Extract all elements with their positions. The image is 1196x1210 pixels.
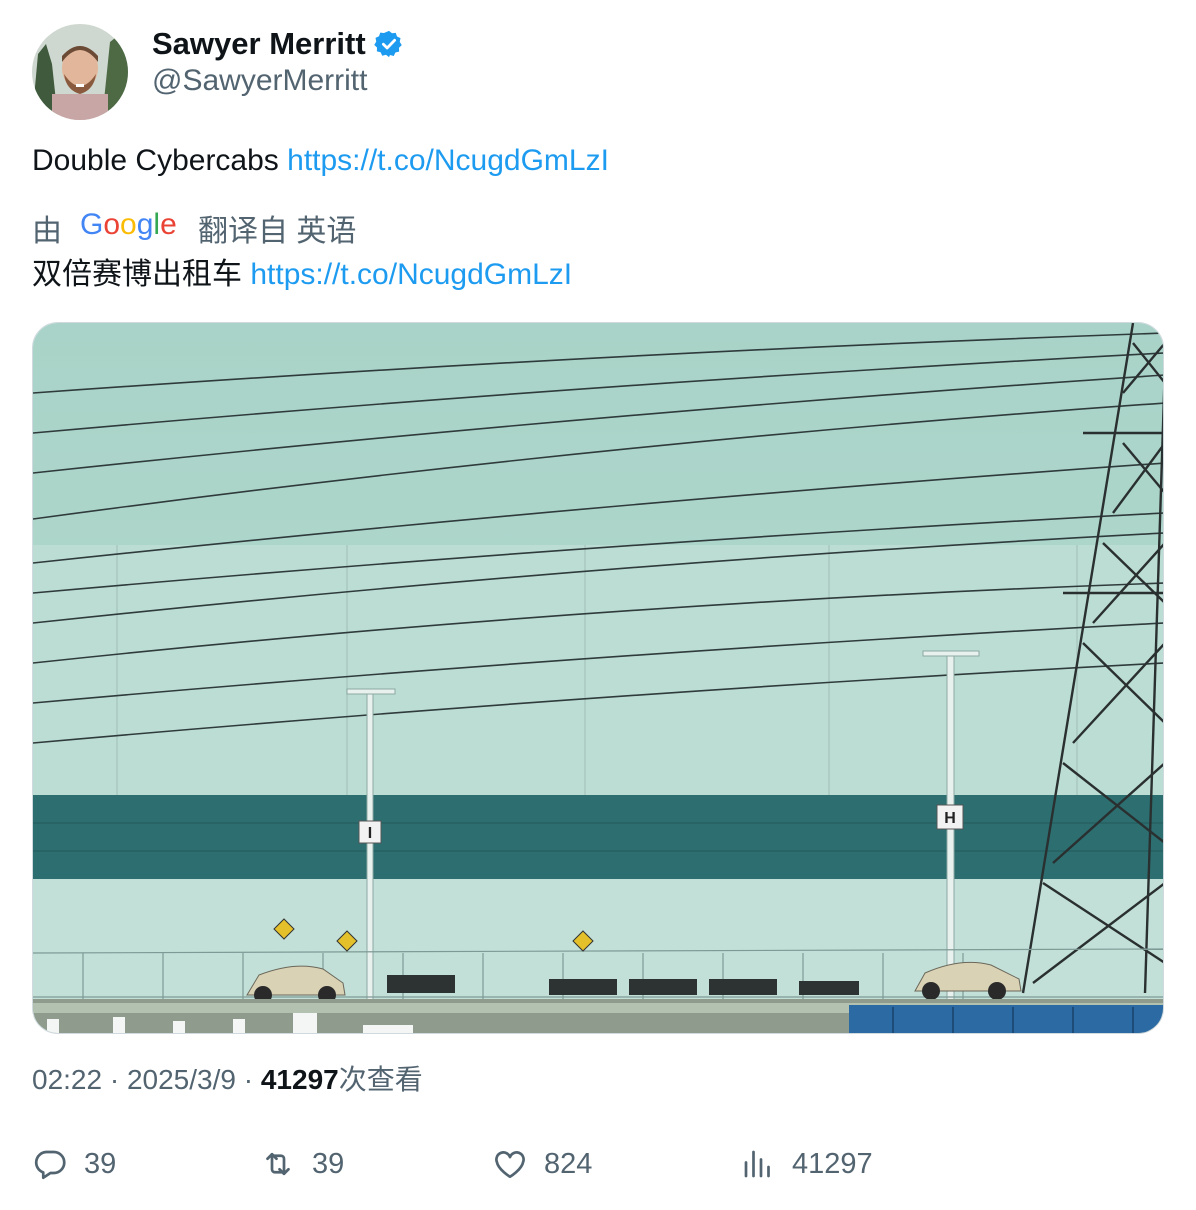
view-count: 41297 bbox=[260, 1064, 339, 1095]
pole-sign-left: I bbox=[368, 825, 372, 842]
translated-text: 双倍赛博出租车 https://t.co/NcugdGmLzI bbox=[32, 257, 572, 293]
retweet-count: 39 bbox=[312, 1147, 345, 1180]
translation-suffix: 翻译自 英语 bbox=[198, 215, 357, 248]
views-icon bbox=[740, 1146, 776, 1182]
tweet-link[interactable]: https://t.co/NcugdGmLzI bbox=[287, 144, 609, 177]
tweet-body: Double Cybercabs bbox=[32, 144, 288, 177]
tweet-meta: 02:22 · 2025/3/9 · 41297次查看 bbox=[32, 1058, 423, 1098]
author-name[interactable]: Sawyer Merritt bbox=[152, 26, 366, 62]
google-logo[interactable]: Google bbox=[80, 206, 180, 250]
retweet-button[interactable]: 39 bbox=[260, 1140, 344, 1188]
verified-badge-icon bbox=[373, 29, 404, 59]
translation-attribution: 由 Google 翻译自 英语 bbox=[32, 208, 356, 248]
reply-icon bbox=[32, 1146, 68, 1182]
like-button[interactable]: 824 bbox=[492, 1140, 592, 1188]
tweet-text: Double Cybercabs https://t.co/NcugdGmLzI bbox=[32, 143, 609, 179]
avatar[interactable] bbox=[32, 24, 128, 120]
reply-button[interactable]: 39 bbox=[32, 1140, 116, 1188]
meta-sep-1: · bbox=[102, 1064, 127, 1095]
meta-sep-2: · bbox=[235, 1064, 261, 1095]
tweet-date[interactable]: 2025/3/9 bbox=[127, 1064, 236, 1095]
translated-body: 双倍赛博出租车 bbox=[32, 258, 251, 291]
action-bar: 39 39 824 41297 bbox=[32, 1140, 1164, 1188]
photo-cybercabs-factory: I H bbox=[33, 323, 1163, 1033]
retweet-icon bbox=[260, 1146, 296, 1182]
translation-prefix: 由 bbox=[32, 215, 62, 248]
author-handle[interactable]: @SawyerMerritt bbox=[152, 64, 367, 98]
like-count: 824 bbox=[544, 1147, 593, 1180]
reply-count: 39 bbox=[84, 1147, 117, 1180]
views-count: 41297 bbox=[792, 1147, 873, 1180]
svg-text:Google: Google bbox=[80, 208, 177, 241]
tweet-photo[interactable]: I H bbox=[32, 322, 1164, 1034]
like-icon bbox=[492, 1146, 528, 1182]
author-name-row[interactable]: Sawyer Merritt bbox=[152, 26, 404, 62]
tweet-header: Sawyer Merritt @SawyerMerritt bbox=[32, 24, 1164, 120]
tweet-time[interactable]: 02:22 bbox=[32, 1064, 102, 1095]
pole-sign-right: H bbox=[944, 810, 956, 827]
views-button[interactable]: 41297 bbox=[740, 1140, 873, 1188]
translated-link[interactable]: https://t.co/NcugdGmLzI bbox=[250, 258, 572, 291]
view-count-suffix: 次查看 bbox=[338, 1064, 423, 1095]
